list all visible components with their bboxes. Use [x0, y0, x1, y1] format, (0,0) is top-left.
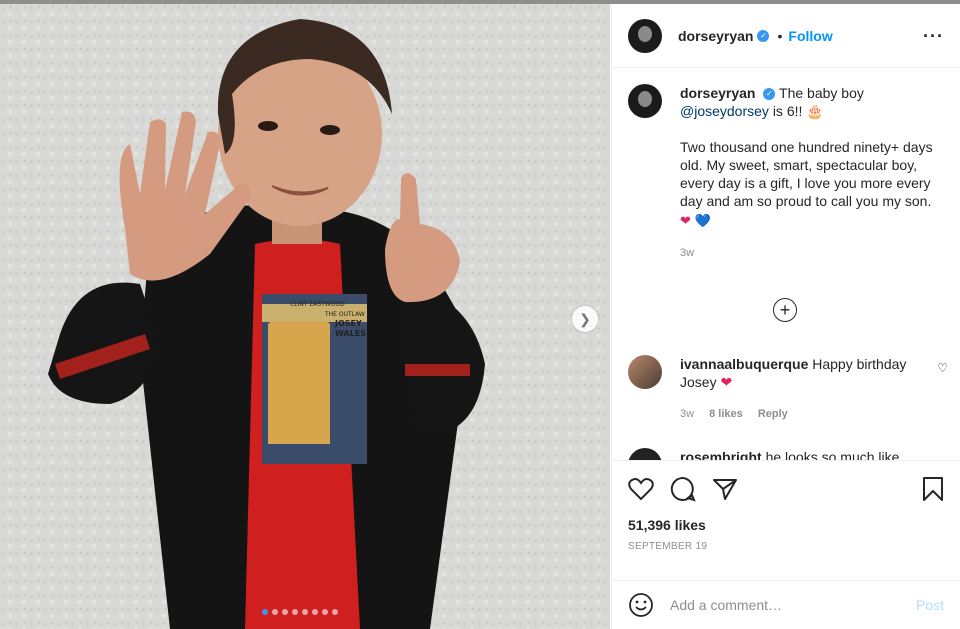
post-header: dorseyryan ✓ • Follow ··· — [612, 4, 960, 68]
shirt-text-line-3: JOSEY — [334, 319, 362, 328]
more-options-icon[interactable]: ··· — [923, 26, 944, 47]
comment-item: ivannaalbuquerque Happy birthday Josey ❤… — [628, 355, 948, 423]
like-heart-icon[interactable] — [628, 477, 654, 501]
commenter-username[interactable]: rosembright — [680, 449, 762, 460]
shirt-text-line-1: CLINT EASTWOOD — [290, 301, 345, 308]
post-date[interactable]: SEPTEMBER 19 — [612, 533, 960, 552]
separator-dot: • — [777, 27, 783, 44]
post-photo[interactable]: CLINT EASTWOOD THE OUTLAW JOSEY WALES ❯ — [0, 4, 610, 629]
add-comment-input[interactable]: Add a comment… — [670, 597, 916, 613]
caption-paragraph: Two thousand one hundred ninety+ days ol… — [680, 139, 933, 209]
comment-text: he looks so much like — [765, 449, 900, 460]
photo-illustration: CLINT EASTWOOD THE OUTLAW JOSEY WALES — [0, 4, 610, 629]
carousel-dot — [322, 609, 328, 615]
comments-list[interactable]: dorseyryan ✓ The baby boy @joseydorsey i… — [612, 68, 960, 460]
caption-emojis: ❤ 💙 — [680, 212, 944, 230]
post-comment-button[interactable]: Post — [916, 597, 944, 613]
comment-meta: 3w 8 likes Reply — [680, 405, 916, 423]
save-bookmark-icon[interactable] — [922, 476, 944, 502]
shirt-text-line-2: THE OUTLAW — [324, 311, 365, 318]
reply-button[interactable]: Reply — [758, 408, 788, 420]
caption-text-end: is 6!! 🎂 — [772, 103, 824, 119]
share-send-icon[interactable] — [712, 477, 738, 501]
red-heart-icon: ❤ — [720, 374, 733, 390]
caption: dorseyryan ✓ The baby boy @joseydorsey i… — [612, 68, 960, 262]
comment-bubble-icon[interactable] — [670, 476, 696, 502]
caption-username[interactable]: dorseyryan — [680, 85, 755, 101]
carousel-dot — [292, 609, 298, 615]
caption-avatar[interactable] — [628, 84, 662, 118]
shirt-text-line-4: WALES — [335, 329, 366, 338]
carousel-indicator — [262, 609, 338, 615]
follow-button[interactable]: Follow — [788, 28, 832, 44]
comment-timestamp[interactable]: 3w — [680, 408, 694, 420]
mention-link[interactable]: @joseydorsey — [680, 103, 769, 119]
likes-count[interactable]: 51,396 likes — [612, 503, 960, 533]
verified-badge-icon: ✓ — [757, 29, 770, 42]
commenter-avatar[interactable] — [628, 355, 662, 389]
plus-circle-icon[interactable]: + — [773, 298, 797, 322]
carousel-dot — [272, 609, 278, 615]
emoji-smiley-icon[interactable] — [628, 592, 654, 618]
post-actions: 51,396 likes SEPTEMBER 19 — [612, 460, 960, 580]
caption-timestamp[interactable]: 3w — [680, 244, 944, 262]
post-sidebar: dorseyryan ✓ • Follow ··· dorseyryan ✓ T… — [611, 4, 960, 629]
comment-likes[interactable]: 8 likes — [709, 408, 743, 420]
heart-outline-icon[interactable]: ♡ — [937, 361, 948, 375]
post-modal: CLINT EASTWOOD THE OUTLAW JOSEY WALES ❯ … — [0, 0, 960, 629]
carousel-dot — [262, 609, 268, 615]
carousel-dot — [302, 609, 308, 615]
avatar[interactable] — [628, 18, 662, 53]
carousel-dot — [312, 609, 318, 615]
comment-item: rosembright he looks so much like — [628, 448, 948, 460]
carousel-dot — [282, 609, 288, 615]
verified-badge-icon: ✓ — [763, 88, 776, 101]
add-comment-bar: Add a comment… Post — [612, 580, 960, 629]
carousel-dot — [332, 609, 338, 615]
blue-heart-icon: 💙 — [694, 213, 711, 228]
commenter-username[interactable]: ivannaalbuquerque — [680, 356, 808, 372]
red-heart-icon: ❤ — [680, 213, 691, 228]
commenter-avatar[interactable] — [628, 448, 662, 460]
author-username[interactable]: dorseyryan — [678, 28, 753, 44]
chevron-right-icon[interactable]: ❯ — [572, 306, 598, 332]
caption-text-start: The baby boy — [779, 85, 864, 101]
